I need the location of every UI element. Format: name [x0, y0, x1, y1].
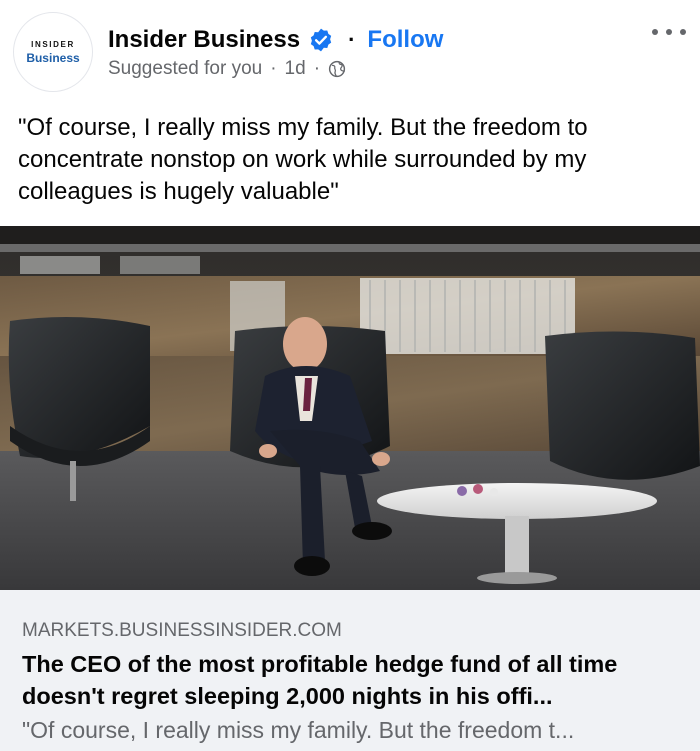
page-name-link[interactable]: Insider Business [108, 26, 300, 54]
link-domain: MARKETS.BUSINESSINSIDER.COM [22, 620, 342, 641]
link-snippet: "Of course, I really miss my family. But… [22, 717, 575, 743]
post-meta: Suggested for you · 1d · [108, 58, 346, 80]
article-photo[interactable] [0, 226, 700, 590]
post-message: "Of course, I really miss my family. But… [18, 114, 588, 205]
link-preview-card[interactable]: MARKETS.BUSINESSINSIDER.COM The CEO of t… [0, 590, 700, 751]
page-avatar[interactable]: INSIDER Business [13, 12, 93, 92]
post-time[interactable]: 1d [285, 58, 306, 80]
meta-separator: · [270, 58, 277, 79]
suggested-label: Suggested for you [108, 58, 263, 79]
post-header: INSIDER Business Insider Business · Foll… [0, 0, 700, 100]
separator-dot: · [348, 27, 356, 52]
avatar-logo-top: INSIDER [31, 39, 75, 49]
globe-icon [328, 60, 346, 78]
follow-button[interactable]: Follow [367, 26, 443, 54]
verified-badge-icon [308, 27, 334, 53]
name-row: Insider Business · Follow [108, 22, 443, 58]
link-headline[interactable]: The CEO of the most profitable hedge fun… [22, 648, 682, 712]
avatar-logo-bottom: Business [26, 50, 80, 65]
more-options-icon[interactable] [652, 22, 686, 42]
meta-separator: · [313, 58, 321, 79]
